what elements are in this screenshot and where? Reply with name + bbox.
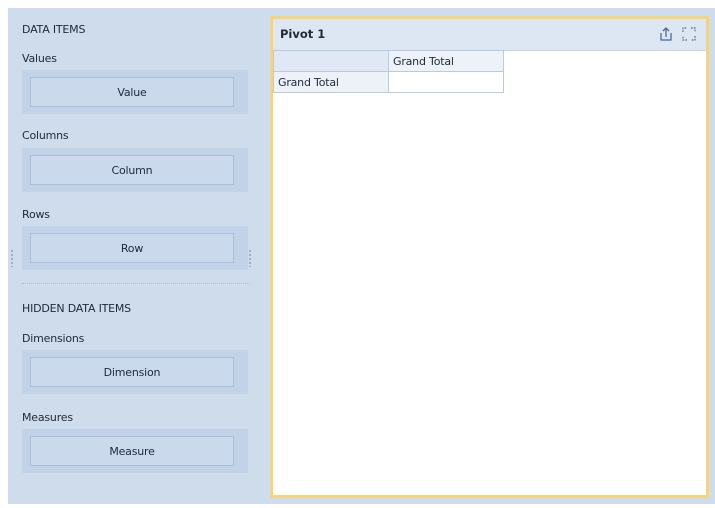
dimensions-drop-zone[interactable]: Dimension <box>22 350 248 394</box>
rows-placeholder[interactable]: Row <box>30 233 234 263</box>
maximize-icon[interactable] <box>680 25 698 43</box>
dimensions-label: Dimensions <box>22 332 85 345</box>
rows-label: Rows <box>22 208 50 221</box>
columns-label: Columns <box>22 129 69 142</box>
export-icon[interactable] <box>657 25 675 43</box>
measures-placeholder[interactable]: Measure <box>30 436 234 466</box>
columns-drop-zone[interactable]: Column <box>22 148 248 192</box>
values-placeholder[interactable]: Value <box>30 77 234 107</box>
section-separator <box>22 283 250 284</box>
measures-drop-zone[interactable]: Measure <box>22 429 248 473</box>
pivot-grid: Grand Total Grand Total <box>273 50 504 93</box>
pivot-corner-cell <box>273 50 389 72</box>
pivot-title: Pivot 1 <box>280 27 326 41</box>
data-items-panel: DATA ITEMS Values Value Columns Column R… <box>8 8 262 504</box>
dashboard-designer: DATA ITEMS Values Value Columns Column R… <box>8 8 715 504</box>
values-label: Values <box>22 52 57 65</box>
rows-drop-zone[interactable]: Row <box>22 226 248 270</box>
hidden-data-items-title: HIDDEN DATA ITEMS <box>22 302 131 315</box>
measures-label: Measures <box>22 411 73 424</box>
values-drop-zone[interactable]: Value <box>22 70 248 114</box>
pivot-item[interactable]: Pivot 1 Grand Total Grand Total <box>270 16 709 498</box>
pivot-column-header[interactable]: Grand Total <box>388 50 504 72</box>
left-splitter-grip-icon[interactable] <box>11 249 13 267</box>
data-items-title: DATA ITEMS <box>22 23 86 36</box>
pivot-row-header[interactable]: Grand Total <box>273 71 389 93</box>
dimensions-placeholder[interactable]: Dimension <box>30 357 234 387</box>
pivot-header-row: Grand Total <box>273 50 504 72</box>
pivot-caption-bar: Pivot 1 <box>273 19 706 51</box>
columns-placeholder[interactable]: Column <box>30 155 234 185</box>
right-splitter-grip-icon[interactable] <box>249 249 251 267</box>
pivot-data-cell[interactable] <box>388 71 504 93</box>
pivot-data-row: Grand Total <box>273 71 504 93</box>
